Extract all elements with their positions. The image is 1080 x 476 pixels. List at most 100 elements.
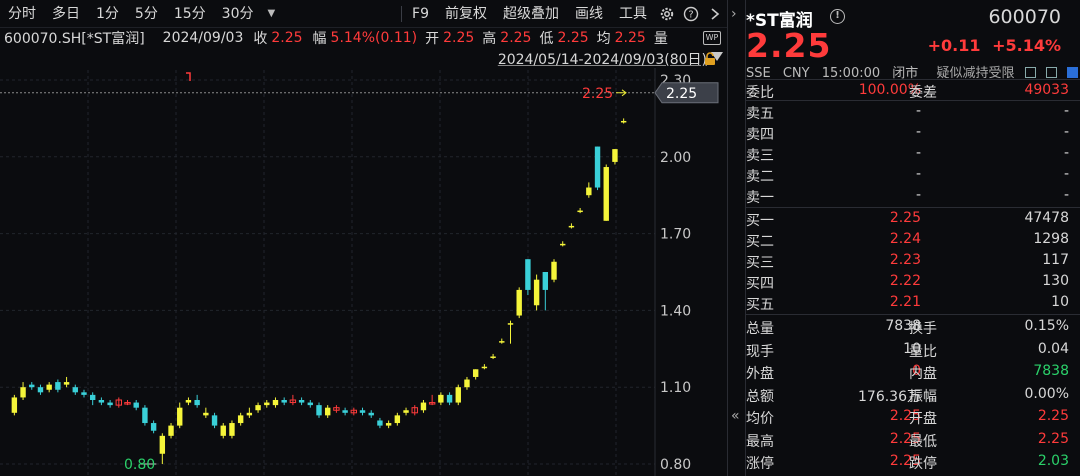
candlestick-chart[interactable]: 2.302.001.701.401.100.80 2.25 2.250.80 — [0, 68, 727, 476]
ask-price: - — [915, 103, 921, 119]
expand-icon[interactable] — [1045, 67, 1057, 78]
candle-body — [211, 415, 218, 426]
ask-volume: - — [1063, 124, 1069, 140]
candle-body — [446, 394, 453, 403]
ask-level-row: 卖四 - - — [746, 122, 1080, 143]
gear-icon[interactable] — [655, 0, 679, 28]
candle-body — [586, 187, 592, 196]
period-tab-5min[interactable]: 5分 — [127, 0, 166, 28]
arrow-right-icon — [616, 89, 627, 97]
candle-body — [603, 167, 609, 221]
lock-icon[interactable] — [703, 52, 717, 66]
candle-body — [298, 400, 305, 403]
candle — [525, 259, 531, 296]
stat-label: 总额 — [746, 388, 774, 405]
stat-label: 外盘 — [746, 366, 774, 382]
add-icon[interactable] — [1066, 67, 1078, 78]
candle-body — [98, 400, 105, 403]
y-tick-label: 1.70 — [660, 227, 691, 243]
date-range-selector[interactable]: 2024/05/14-2024/09/03(80日) — [498, 49, 707, 69]
period-tab-30min[interactable]: 30分 — [214, 0, 262, 28]
candle — [403, 407, 409, 416]
last-price-label: 2.25 — [582, 86, 613, 102]
candle — [11, 394, 18, 416]
overlay-button[interactable]: 超级叠加 — [495, 0, 567, 28]
candle — [428, 394, 436, 406]
bid-volume: 1298 — [1033, 231, 1069, 247]
period-more-caret[interactable]: ▼ — [262, 8, 282, 19]
low-marker-label: 0.80 — [124, 457, 155, 473]
tools-button[interactable]: 工具 — [611, 0, 655, 28]
candle-body — [185, 400, 192, 403]
candle — [237, 412, 244, 426]
candle — [533, 274, 540, 311]
stat-row: 均价 2.25 开盘 2.25 — [746, 406, 1080, 427]
stat-label: 量比 — [909, 343, 937, 360]
candle-body — [264, 402, 270, 406]
diff-label: 委差 — [909, 85, 937, 101]
grid-view-icon[interactable] — [1024, 67, 1036, 78]
period-tab-1min[interactable]: 1分 — [88, 0, 127, 28]
period-tab-15min[interactable]: 15分 — [166, 0, 214, 28]
candle-body — [316, 405, 322, 416]
candle — [264, 400, 270, 408]
candle — [168, 423, 174, 439]
price-change: +0.11 +5.14% — [928, 36, 1061, 55]
candle-body — [194, 400, 200, 406]
candle — [81, 389, 87, 398]
chevron-left-icon[interactable]: « — [731, 408, 740, 424]
y-tick-label: 1.40 — [660, 303, 691, 319]
candle — [281, 397, 287, 406]
period-tab-multiday[interactable]: 多日 — [44, 0, 88, 28]
chart-toolbar: 分时 多日 1分 5分 15分 30分 ▼ F9 前复权 超级叠加 画线 工具 … — [0, 0, 727, 28]
candle — [385, 420, 392, 429]
candle — [272, 397, 279, 408]
bid-level-row: 买四 2.22 130 — [746, 271, 1080, 292]
chevron-right-icon[interactable]: › — [731, 6, 737, 22]
candle — [542, 272, 549, 311]
candle-body — [620, 120, 627, 123]
stat-label: 现手 — [746, 343, 774, 360]
f9-button[interactable]: F9 — [404, 0, 437, 28]
candle-body — [325, 407, 331, 416]
candle-body — [272, 400, 279, 406]
help-icon[interactable]: ? — [679, 0, 703, 28]
candle — [603, 164, 609, 221]
candle — [577, 208, 583, 214]
ask-level-label: 卖三 — [746, 148, 774, 164]
adjust-button[interactable]: 前复权 — [437, 0, 495, 28]
candle-body — [246, 412, 253, 416]
open-label: 开 — [425, 31, 440, 47]
draw-line-button[interactable]: 画线 — [567, 0, 611, 28]
chevron-right-icon[interactable] — [703, 0, 727, 28]
stock-code: 600070 — [988, 6, 1061, 28]
bid-price: 2.21 — [889, 294, 921, 310]
candle — [394, 412, 401, 426]
info-icon[interactable]: ! — [830, 9, 845, 24]
candle-body — [237, 415, 244, 424]
candle — [185, 397, 192, 406]
candle-body — [89, 394, 96, 400]
candle-body — [420, 402, 427, 411]
candle-body — [55, 382, 61, 390]
candle-body — [499, 341, 505, 343]
panel-collapse-strip[interactable]: › « — [728, 0, 746, 476]
bid-level-label: 买四 — [746, 276, 774, 292]
bid-level-row: 买五 2.21 10 — [746, 292, 1080, 313]
ask-price: - — [915, 187, 921, 203]
stat-value: 0.00% — [1024, 385, 1069, 402]
candle-body — [560, 243, 566, 246]
stat-label: 开盘 — [909, 411, 937, 427]
wp-badge-icon[interactable]: WP — [703, 31, 721, 45]
period-tab-intraday[interactable]: 分时 — [0, 0, 44, 28]
chart-marks: 2.25 2.25 0.80 — [0, 72, 719, 473]
ask-level-label: 卖五 — [746, 106, 774, 122]
candle-body — [159, 435, 166, 454]
candle — [63, 376, 70, 388]
bid-volume: 10 — [1051, 294, 1069, 310]
candle — [211, 412, 218, 429]
ask-level-label: 卖二 — [746, 169, 774, 185]
bid-volume: 117 — [1042, 252, 1069, 268]
y-tick-label: 0.80 — [660, 457, 691, 473]
candle-body — [612, 149, 618, 162]
